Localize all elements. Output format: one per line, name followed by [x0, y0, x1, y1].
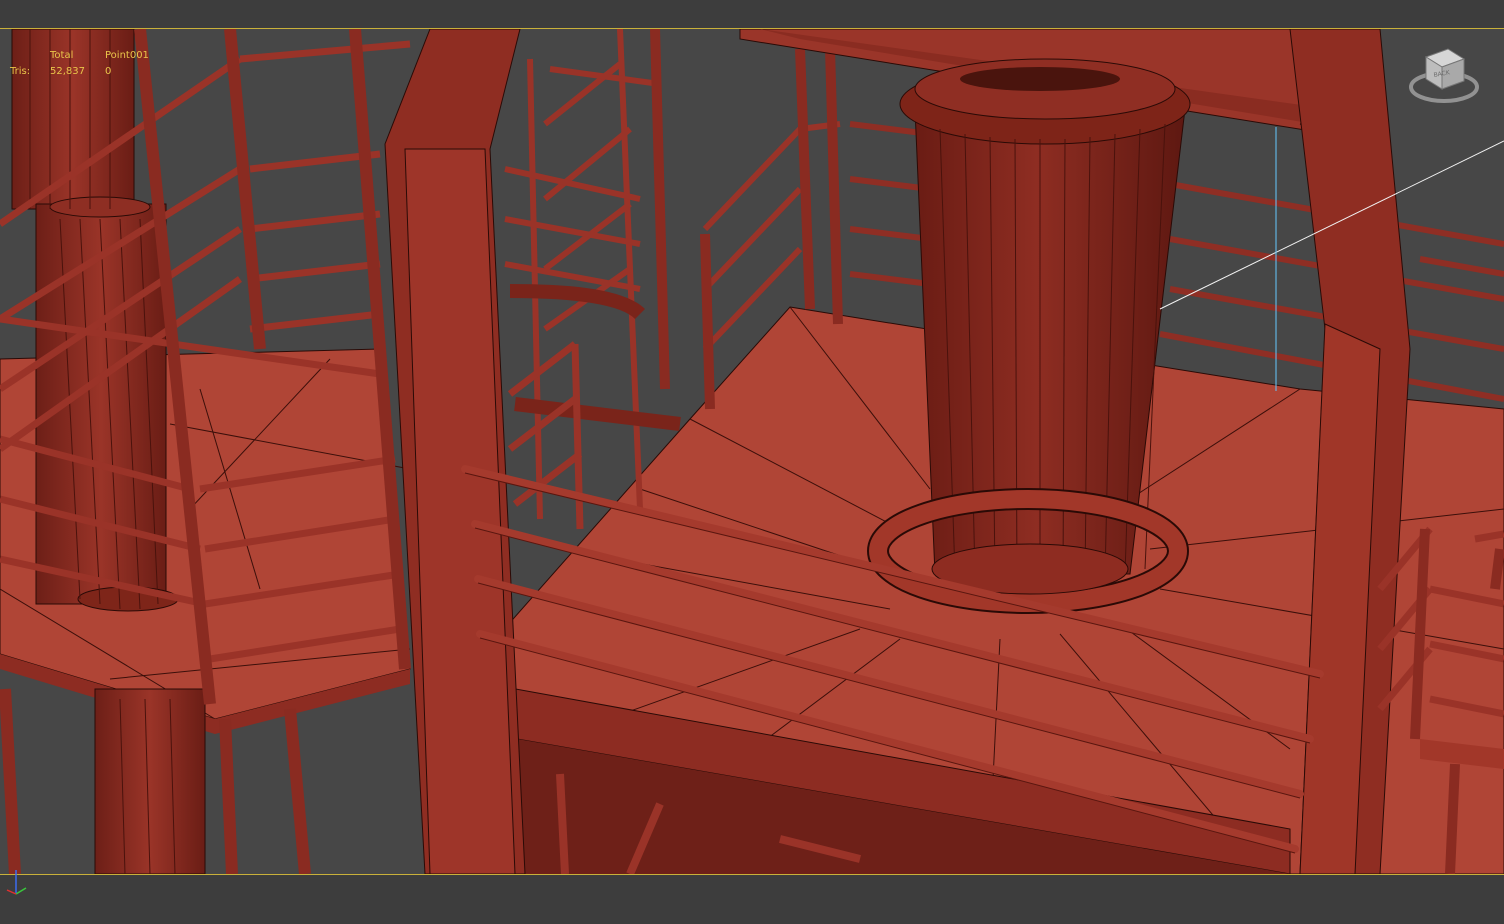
stats-tris-label: Tris:	[10, 65, 31, 77]
stats-object-value: 0	[105, 65, 112, 77]
central-tank	[867, 58, 1191, 614]
viewport-bottom-strip	[0, 874, 1504, 924]
viewport-top-strip	[0, 0, 1504, 29]
stats-header-row: Total Point001	[10, 47, 165, 63]
stats-tris-row: Tris: 52,837 0	[10, 63, 165, 79]
axis-tripod-icon	[6, 870, 27, 895]
industrial-platform-scene[interactable]	[0, 29, 1504, 874]
viewport-statistics: Total Point001 Tris: 52,837 0	[10, 47, 165, 79]
viewcube-icon[interactable]: BACK	[1408, 45, 1480, 107]
perspective-viewport[interactable]: Total Point001 Tris: 52,837 0 BACK	[0, 29, 1504, 874]
stats-total-header: Total	[50, 49, 74, 61]
stair-railing	[507, 341, 584, 530]
stats-total-value: 52,837	[50, 65, 85, 77]
stats-object-header: Point001	[105, 49, 149, 61]
